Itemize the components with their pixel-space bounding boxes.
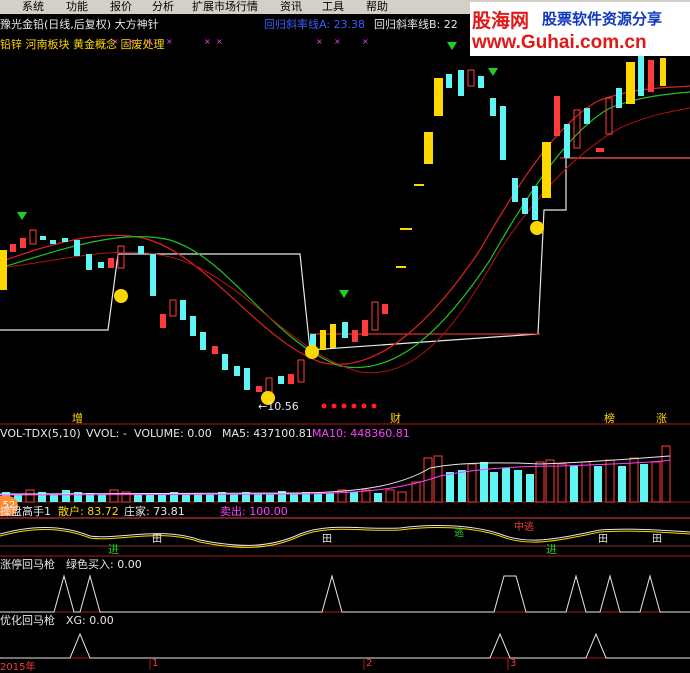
- signal-jin-2: 进: [546, 543, 557, 556]
- vol-ma5: MA5: 437100.81: [222, 427, 313, 440]
- trader-white-curve: [0, 525, 690, 546]
- buy-signal-smileys: [114, 221, 544, 405]
- low-price-arrow: ←10.56: [258, 400, 299, 413]
- marker-zhang: 涨: [656, 412, 667, 425]
- date-year: 2015年: [0, 662, 36, 673]
- svg-text:×: ×: [166, 37, 173, 46]
- support-line: [0, 157, 690, 351]
- signal-zhongtao: 中逃: [514, 522, 534, 533]
- limitup-title: 涨停回马枪: [0, 558, 55, 571]
- signal-tian-1: 田: [152, 534, 162, 545]
- low-price-label: 10.56: [267, 400, 299, 413]
- opt-pulses: [0, 632, 690, 659]
- svg-text:×: ×: [316, 37, 323, 46]
- svg-text:×: ×: [204, 37, 211, 46]
- trader-zhuangjia: 庄家: 73.81: [124, 505, 185, 518]
- vol-title: VOL-TDX(5,10): [0, 427, 81, 440]
- vol-vvol: VVOL: -: [86, 427, 127, 440]
- vol-volume: VOLUME: 0.00: [134, 427, 212, 440]
- vol-ma10-line: [0, 459, 671, 496]
- signal-jin-1: 进: [108, 543, 119, 556]
- svg-text:×: ×: [362, 37, 369, 46]
- trader-yellow-curve: [0, 527, 690, 548]
- limitup-label: 绿色买入: 0.00: [66, 558, 142, 571]
- red-dot-row: [321, 403, 377, 409]
- signal-tian-3: 田: [598, 534, 608, 545]
- signal-tian-4: 田: [652, 534, 662, 545]
- trader-title: 操盘高手1: [0, 505, 51, 518]
- top-markers: × × × × × × × × ×: [112, 37, 369, 46]
- vol-ma5-line: [0, 455, 671, 495]
- date-month-2: 2: [366, 658, 373, 669]
- vol-ma10: MA10: 448360.81: [312, 427, 410, 440]
- svg-text:×: ×: [146, 37, 153, 46]
- opt-title: 优化回马枪: [0, 614, 55, 627]
- date-month-3: 3: [510, 658, 517, 669]
- candles: [0, 56, 666, 393]
- svg-text:×: ×: [128, 37, 135, 46]
- marker-cai: 财: [390, 412, 401, 425]
- trader-sanhu: 散户: 83.72: [58, 505, 119, 518]
- signal-tao: 逃: [454, 528, 464, 539]
- trader-maichu: 卖出: 100.00: [220, 505, 288, 518]
- date-month-1: 1: [152, 658, 159, 669]
- marker-zeng: 增: [72, 412, 83, 425]
- limitup-pulses: [0, 574, 690, 613]
- svg-text:×: ×: [216, 37, 223, 46]
- signal-tian-2: 田: [322, 534, 332, 545]
- marker-bang: 榜: [604, 412, 615, 425]
- opt-label: XG: 0.00: [66, 614, 114, 627]
- svg-text:×: ×: [112, 37, 119, 46]
- svg-text:×: ×: [334, 37, 341, 46]
